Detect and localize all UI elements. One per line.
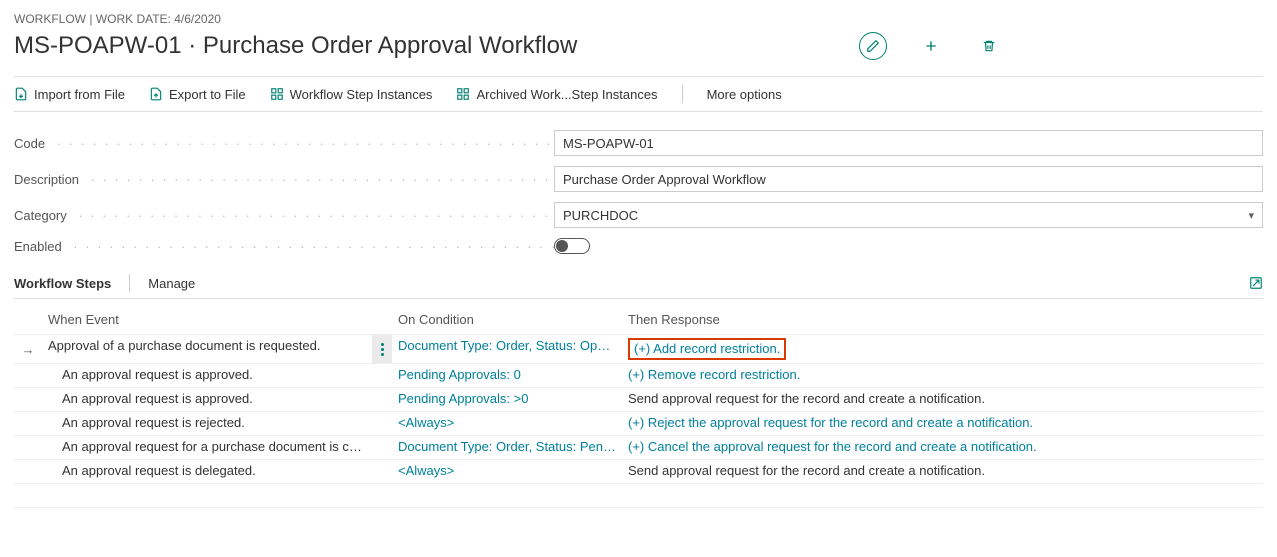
category-select[interactable]: PURCHDOC ▾ (554, 202, 1263, 228)
row-arrow-icon (14, 436, 42, 459)
new-button[interactable] (917, 32, 945, 60)
section-title: Workflow Steps (14, 276, 111, 291)
more-options-action[interactable]: More options (707, 87, 782, 102)
export-icon (149, 87, 163, 101)
row-arrow-icon (14, 364, 42, 387)
more-options-label: More options (707, 87, 782, 102)
col-header-response[interactable]: Then Response (622, 309, 1263, 330)
event-cell[interactable]: An approval request is delegated. (42, 460, 372, 483)
condition-cell[interactable]: Pending Approvals: 0 (392, 364, 622, 387)
condition-cell[interactable]: Document Type: Order, Status: Pendin... (392, 436, 622, 459)
table-row[interactable]: An approval request is delegated. <Always… (14, 460, 1263, 484)
table-row[interactable]: →Approval of a purchase document is requ… (14, 335, 1263, 364)
event-cell[interactable]: An approval request for a purchase docum… (42, 436, 372, 459)
description-label: Description (14, 172, 554, 187)
response-cell[interactable]: (+) Add record restriction. (622, 335, 1263, 363)
row-arrow-icon: → (14, 335, 42, 363)
response-cell[interactable]: Send approval request for the record and… (622, 388, 1263, 411)
response-cell[interactable]: Send approval request for the record and… (622, 460, 1263, 483)
event-cell[interactable]: An approval request is rejected. (42, 412, 372, 435)
response-cell[interactable]: (+) Remove record restriction. (622, 364, 1263, 387)
response-cell[interactable]: (+) Reject the approval request for the … (622, 412, 1263, 435)
description-input[interactable] (554, 166, 1263, 192)
toolbar-separator (682, 85, 683, 103)
page-title: MS-POAPW-01 · Purchase Order Approval Wo… (14, 32, 577, 60)
import-icon (14, 87, 28, 101)
row-menu (372, 460, 392, 483)
table-row-empty[interactable] (14, 484, 1263, 508)
expand-icon[interactable] (1249, 276, 1263, 290)
condition-cell[interactable]: <Always> (392, 412, 622, 435)
response-cell[interactable]: (+) Cancel the approval request for the … (622, 436, 1263, 459)
grid-icon (270, 87, 284, 101)
breadcrumb: WORKFLOW | WORK DATE: 4/6/2020 (14, 12, 1263, 26)
more-icon (381, 343, 384, 356)
export-label: Export to File (169, 87, 246, 102)
row-menu (372, 412, 392, 435)
import-from-file-action[interactable]: Import from File (14, 87, 125, 102)
export-to-file-action[interactable]: Export to File (149, 87, 246, 102)
row-menu (372, 388, 392, 411)
code-input[interactable] (554, 130, 1263, 156)
archived-label: Archived Work...Step Instances (476, 87, 657, 102)
event-cell[interactable]: An approval request is approved. (42, 388, 372, 411)
table-row[interactable]: An approval request is approved. Pending … (14, 364, 1263, 388)
section-separator (129, 274, 130, 292)
table-row[interactable]: An approval request for a purchase docum… (14, 436, 1263, 460)
table-row[interactable]: An approval request is approved. Pending … (14, 388, 1263, 412)
archived-workflow-step-instances-action[interactable]: Archived Work...Step Instances (456, 87, 657, 102)
row-arrow-icon (14, 460, 42, 483)
col-header-event[interactable]: When Event (42, 309, 372, 330)
delete-button[interactable] (975, 32, 1003, 60)
enabled-label: Enabled (14, 239, 554, 254)
enabled-toggle[interactable] (554, 238, 590, 254)
category-value: PURCHDOC (563, 208, 638, 223)
table-row[interactable]: An approval request is rejected. <Always>… (14, 412, 1263, 436)
col-header-condition[interactable]: On Condition (392, 309, 622, 330)
row-arrow-icon (14, 412, 42, 435)
import-label: Import from File (34, 87, 125, 102)
row-menu (372, 364, 392, 387)
event-cell[interactable]: An approval request is approved. (42, 364, 372, 387)
condition-cell[interactable]: <Always> (392, 460, 622, 483)
workflow-steps-grid: When Event On Condition Then Response →A… (14, 309, 1263, 508)
grid-icon (456, 87, 470, 101)
row-menu (372, 436, 392, 459)
chevron-down-icon: ▾ (1248, 209, 1254, 222)
workflow-step-instances-action[interactable]: Workflow Step Instances (270, 87, 433, 102)
condition-cell[interactable]: Document Type: Order, Status: Open, ... (392, 335, 622, 363)
row-menu[interactable] (372, 335, 392, 363)
manage-action[interactable]: Manage (148, 276, 195, 291)
edit-button[interactable] (859, 32, 887, 60)
code-label: Code (14, 136, 554, 151)
event-cell[interactable]: Approval of a purchase document is reque… (42, 335, 372, 363)
category-label: Category (14, 208, 554, 223)
row-arrow-icon (14, 388, 42, 411)
step-instances-label: Workflow Step Instances (290, 87, 433, 102)
condition-cell[interactable]: Pending Approvals: >0 (392, 388, 622, 411)
